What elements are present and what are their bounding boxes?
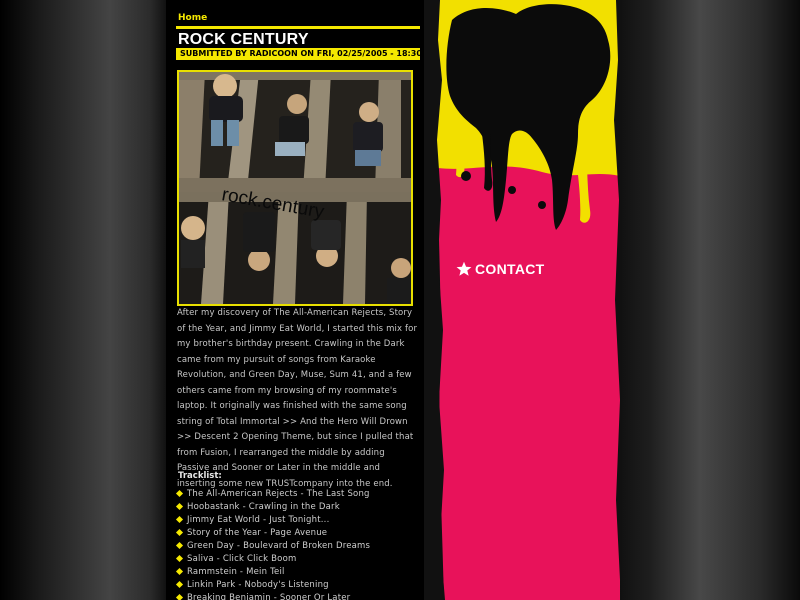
track-title: Saliva - Click Click Boom (187, 554, 297, 564)
diamond-bullet-icon (175, 502, 184, 511)
track-title: Hoobastank - Crawling in the Dark (187, 502, 340, 512)
breadcrumb-home-link[interactable]: Home (178, 13, 207, 23)
track-item: Saliva - Click Click Boom (175, 553, 370, 566)
track-title: Green Day - Boulevard of Broken Dreams (187, 541, 371, 551)
track-title: Linkin Park - Nobody's Listening (187, 580, 329, 590)
track-title: The All-American Rejects - The Last Song (187, 489, 370, 499)
post-photo: rock.century (177, 70, 413, 306)
contact-link[interactable]: CONTACT (456, 261, 545, 277)
track-title: Jimmy Eat World - Just Tonight... (187, 515, 330, 525)
post-title[interactable]: ROCK CENTURY (178, 31, 309, 49)
post-byline: SUBMITTED BY RADICOON ON FRI, 02/25/2005… (176, 48, 420, 60)
diamond-bullet-icon (175, 580, 184, 589)
diamond-bullet-icon (175, 541, 184, 550)
splatter-art (432, 0, 622, 600)
title-divider (176, 26, 420, 29)
diamond-bullet-icon (175, 528, 184, 537)
diamond-bullet-icon (175, 515, 184, 524)
diamond-bullet-icon (175, 489, 184, 498)
post-body: After my discovery of The All-American R… (177, 308, 418, 489)
contact-label: CONTACT (475, 261, 545, 277)
track-item: Linkin Park - Nobody's Listening (175, 579, 370, 592)
track-item: Rammstein - Mein Teil (175, 566, 370, 579)
star-icon (456, 261, 472, 276)
track-item: Green Day - Boulevard of Broken Dreams (175, 540, 371, 553)
tracklist: The All-American Rejects - The Last Song… (175, 488, 371, 600)
track-item: The All-American Rejects - The Last Song (175, 488, 370, 501)
track-title: Rammstein - Mein Teil (187, 567, 285, 577)
track-item: Hoobastank - Crawling in the Dark (175, 501, 370, 514)
track-title: Story of the Year - Page Avenue (187, 528, 328, 538)
diamond-bullet-icon (175, 567, 184, 576)
track-item: Jimmy Eat World - Just Tonight... (175, 514, 370, 527)
track-item: Breaking Benjamin - Sooner Or Later (175, 592, 370, 600)
track-item: Story of the Year - Page Avenue (175, 527, 370, 540)
diamond-bullet-icon (175, 554, 184, 563)
diamond-bullet-icon (175, 593, 184, 600)
track-title: Breaking Benjamin - Sooner Or Later (187, 593, 351, 600)
tracklist-heading: Tracklist: (178, 471, 222, 481)
